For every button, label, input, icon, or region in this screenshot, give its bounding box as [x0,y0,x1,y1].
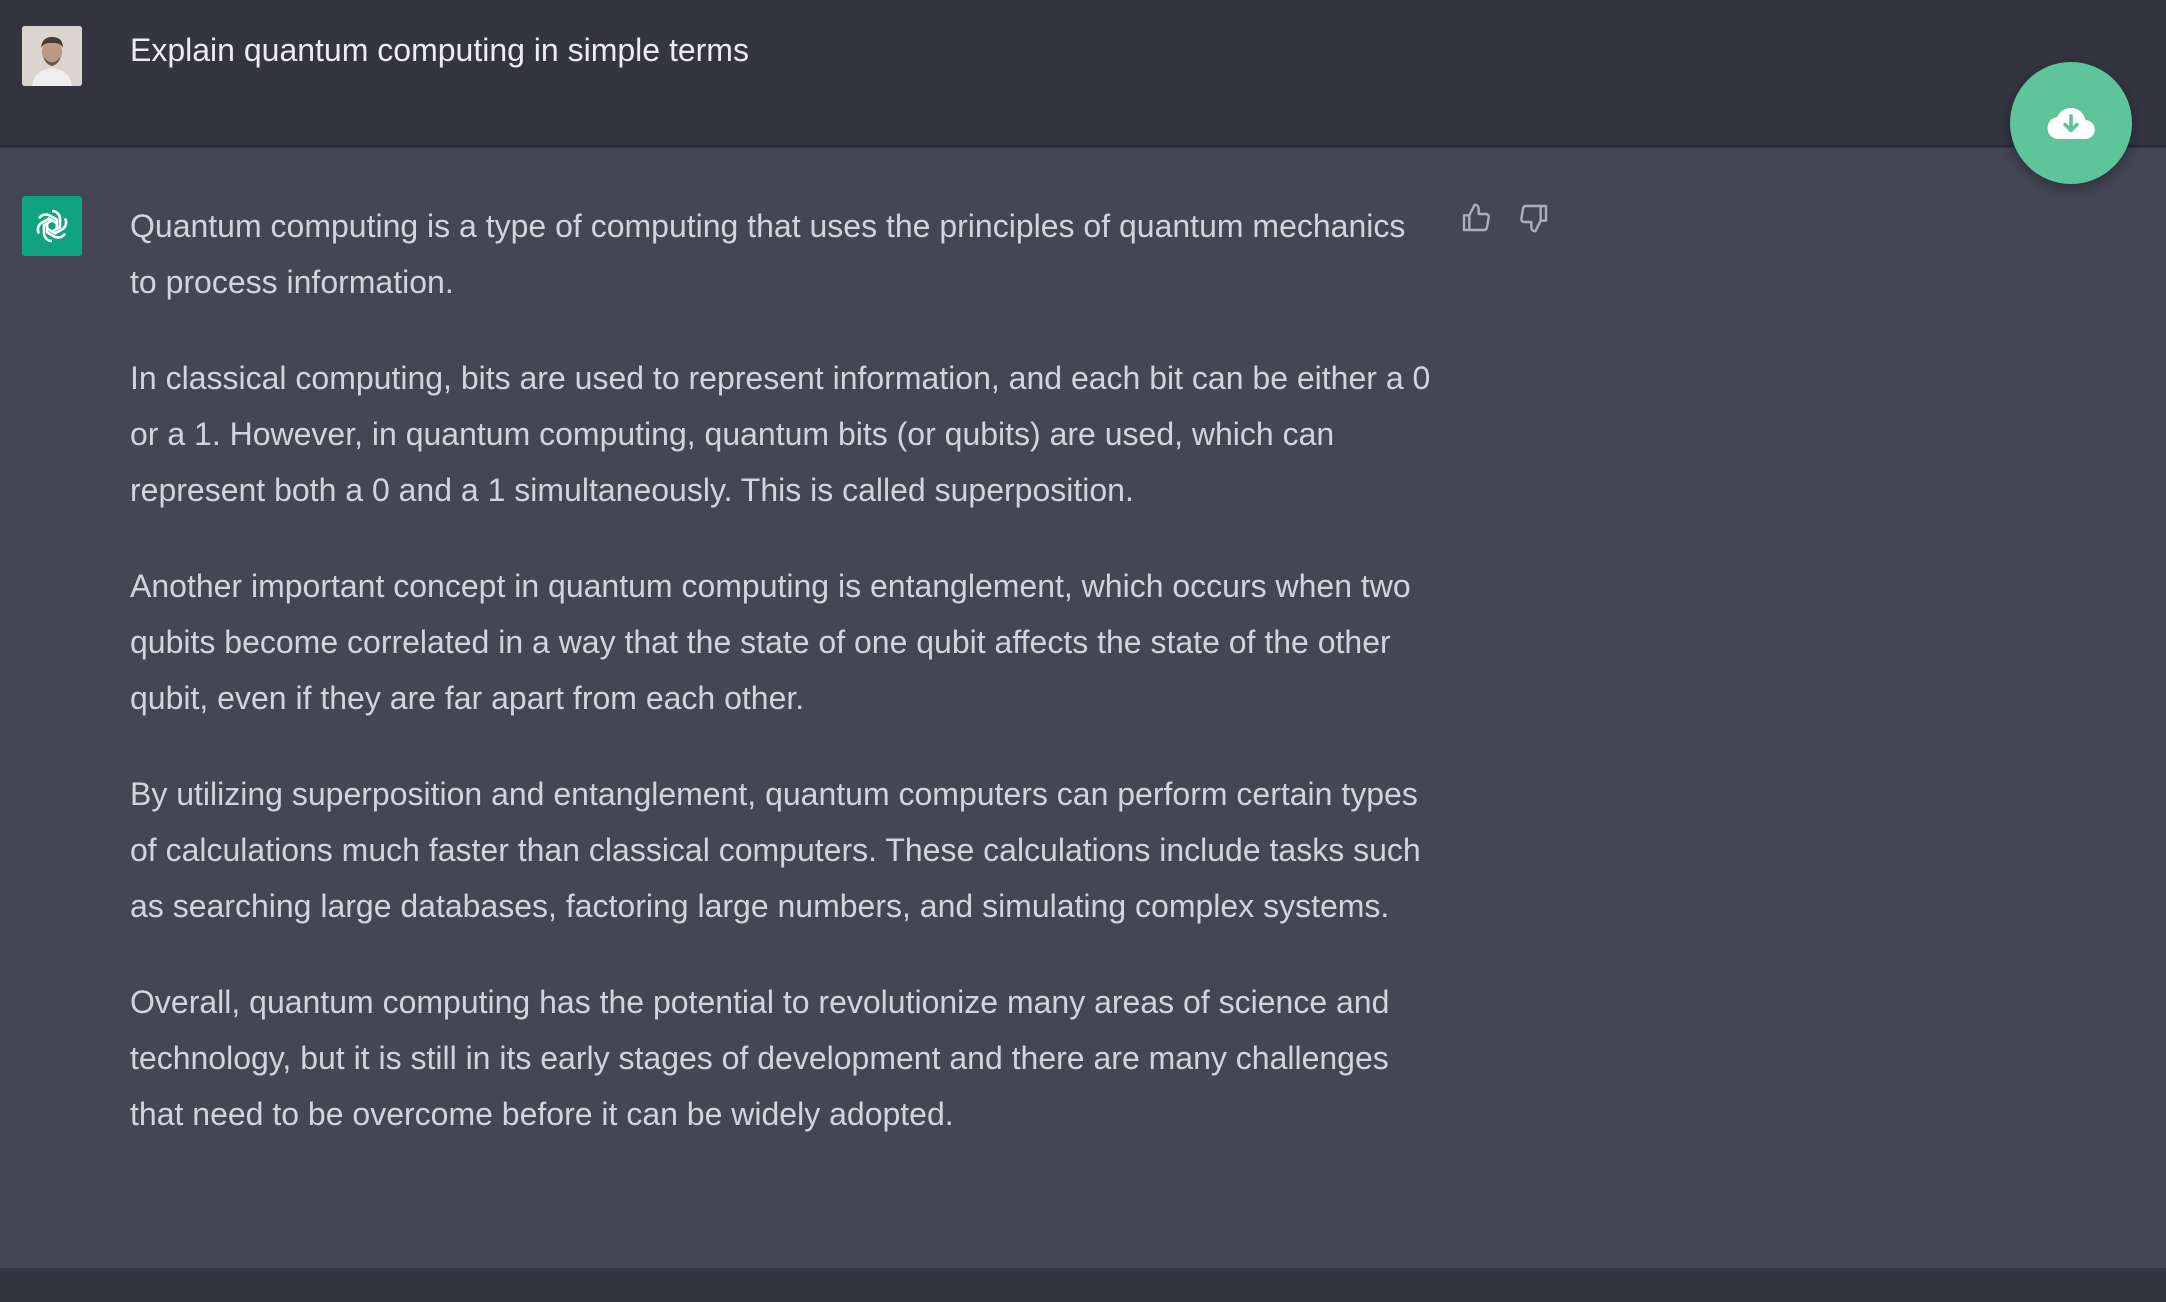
user-photo-icon [22,26,82,86]
user-prompt-text: Explain quantum computing in simple term… [130,32,749,68]
user-message-row: Explain quantum computing in simple term… [0,0,2166,147]
thumbs-down-button[interactable] [1516,200,1552,236]
bottom-strip [0,1268,2166,1302]
response-paragraph: Overall, quantum computing has the poten… [130,984,1390,1132]
response-paragraph: Quantum computing is a type of computing… [130,208,1406,300]
response-paragraph: By utilizing superposition and entanglem… [130,776,1421,924]
assistant-response: Quantum computing is a type of computing… [130,198,1440,1142]
response-paragraph: In classical computing, bits are used to… [130,360,1431,508]
thumbs-up-button[interactable] [1458,200,1494,236]
openai-logo-icon [36,209,68,243]
thumbs-down-icon [1520,204,1548,233]
assistant-avatar [22,196,82,256]
user-avatar [22,26,82,86]
chat-page: Explain quantum computing in simple term… [0,0,2166,1302]
download-button[interactable] [2010,62,2132,184]
assistant-message-row: Quantum computing is a type of computing… [0,148,2166,1268]
thumbs-up-icon [1462,203,1490,232]
feedback-buttons [1458,200,1552,236]
response-paragraph: Another important concept in quantum com… [130,568,1411,716]
cloud-download-icon [2047,107,2095,140]
